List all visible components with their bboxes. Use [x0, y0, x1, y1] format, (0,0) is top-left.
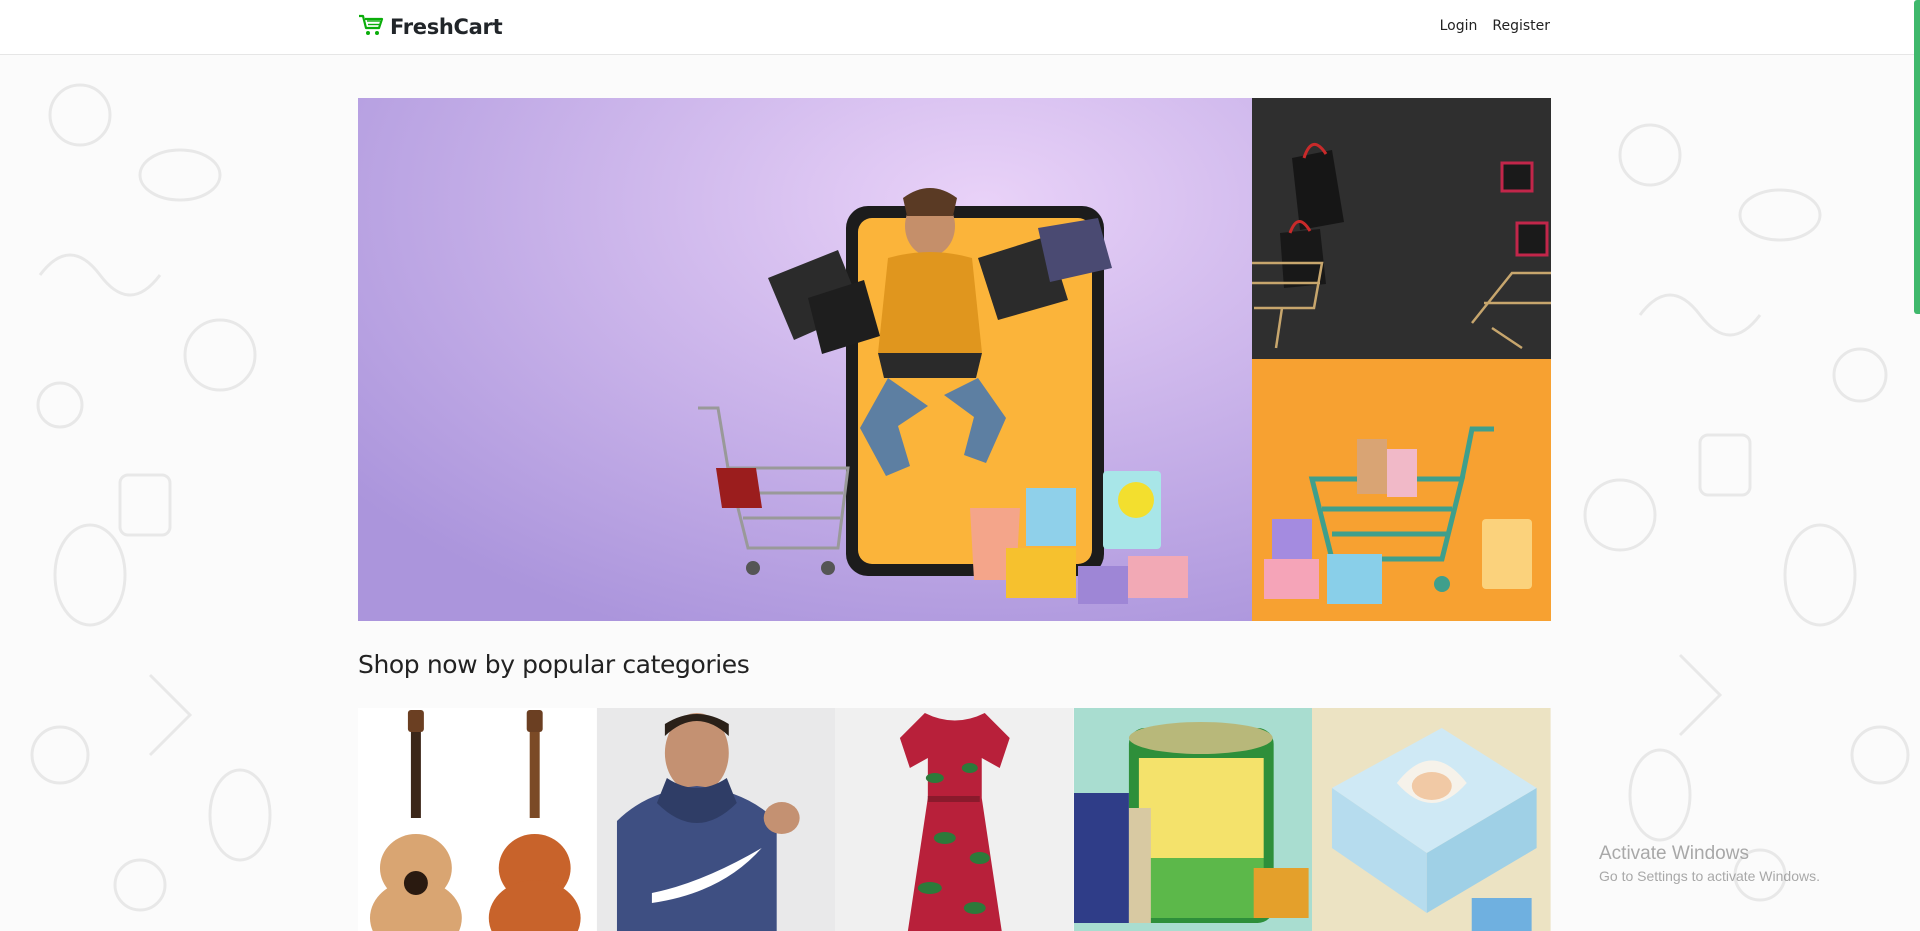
guitar-image	[358, 708, 597, 931]
hero-section	[358, 98, 1551, 621]
orange-cart-gifts-image	[1252, 359, 1551, 621]
category-card-diapers[interactable]	[1312, 708, 1551, 931]
dress-image	[835, 708, 1074, 931]
navbar: FreshCart Login Register	[0, 0, 1920, 55]
hoodie-image	[596, 708, 836, 931]
category-card-dress[interactable]	[835, 708, 1074, 931]
activate-subtitle: Go to Settings to activate Windows.	[1599, 868, 1820, 884]
register-link[interactable]: Register	[1492, 18, 1550, 34]
hero-side-top-banner[interactable]	[1252, 98, 1551, 359]
brand-name: FreshCart	[390, 15, 503, 39]
category-card-hoodie[interactable]	[596, 708, 836, 931]
diapers-image	[1312, 708, 1551, 931]
shopping-jump-image	[358, 98, 1252, 621]
login-link[interactable]: Login	[1440, 18, 1478, 34]
black-bags-carts-image	[1252, 98, 1551, 359]
category-card-grocery[interactable]	[1073, 708, 1313, 931]
grocery-image	[1073, 708, 1313, 931]
auth-links: Login Register	[1440, 18, 1550, 34]
cart-icon	[358, 13, 384, 42]
scrollbar-thumb[interactable]	[1914, 0, 1920, 314]
hero-main-slide[interactable]	[358, 98, 1252, 621]
activate-title: Activate Windows	[1599, 843, 1749, 864]
categories-slider	[358, 708, 1551, 931]
categories-heading: Shop now by popular categories	[358, 650, 750, 679]
category-card-guitar[interactable]	[358, 708, 597, 931]
windows-activation-watermark: Activate Windows Go to Settings to activ…	[1599, 843, 1820, 884]
hero-side-bottom-banner[interactable]	[1252, 359, 1551, 621]
brand-logo-link[interactable]: FreshCart	[358, 13, 503, 42]
